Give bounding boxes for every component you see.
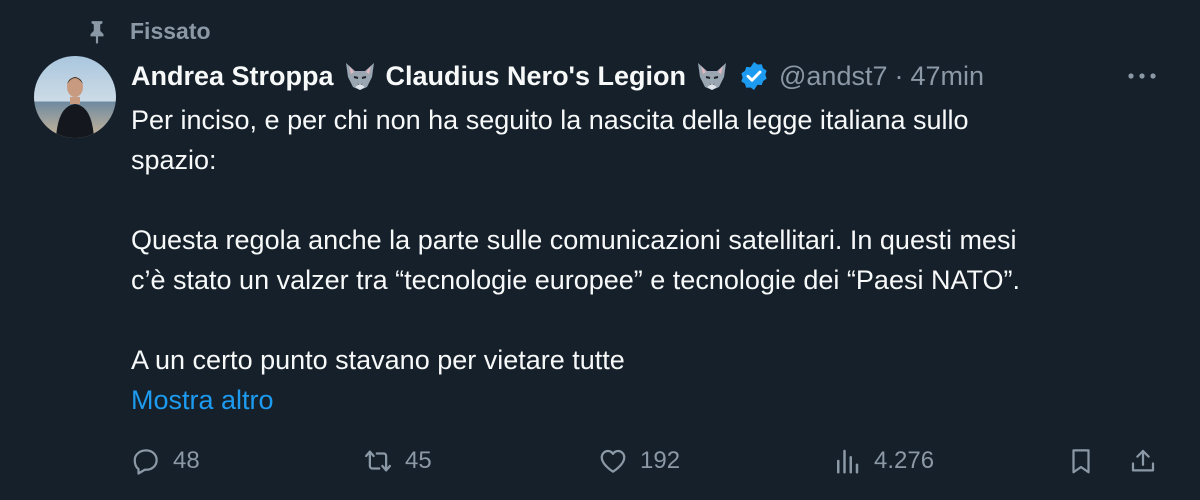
repost-button[interactable]: 45	[363, 446, 432, 476]
views-count: 4.276	[874, 447, 935, 474]
tweet-line: Per inciso, e per chi non ha seguito la …	[131, 105, 969, 135]
repost-count: 45	[405, 447, 432, 474]
bookmark-button[interactable]	[1066, 446, 1096, 476]
tweet-text: Per inciso, e per chi non ha seguito la …	[131, 100, 1161, 380]
more-options-button[interactable]	[1124, 62, 1160, 90]
pinned-indicator: Fissato	[84, 18, 211, 45]
like-button[interactable]: 192	[598, 446, 680, 476]
tweet-line: c’è stato un valzer tra “tecnologie euro…	[131, 265, 1020, 295]
tweet-line: spazio:	[131, 145, 217, 175]
tweet-line: Questa regola anche la parte sulle comun…	[131, 225, 1017, 255]
tweet-actions: 48 45 192 4.276	[0, 440, 1200, 490]
repost-icon	[363, 446, 393, 476]
bookmark-icon	[1066, 446, 1096, 476]
wolf-emoji-icon	[695, 61, 729, 91]
author-handle[interactable]: @andst7	[779, 58, 887, 94]
show-more-link[interactable]: Mostra altro	[131, 380, 274, 420]
pinned-label: Fissato	[130, 18, 211, 44]
author-name[interactable]: Andrea Stroppa	[131, 58, 334, 94]
views-button[interactable]: 4.276	[832, 446, 934, 476]
author-secondary-name[interactable]: Claudius Nero's Legion	[386, 58, 686, 94]
tweet-line: A un certo punto stavano per vietare tut…	[131, 345, 625, 375]
tweet-header: Andrea Stroppa Claudius Nero's Legion @a…	[131, 58, 984, 94]
more-icon	[1126, 71, 1158, 81]
avatar[interactable]	[34, 56, 116, 138]
share-button[interactable]	[1128, 446, 1158, 476]
views-icon	[832, 446, 862, 476]
like-count: 192	[640, 447, 681, 474]
reply-button[interactable]: 48	[131, 446, 200, 476]
like-icon	[598, 446, 628, 476]
verified-badge-icon[interactable]	[738, 60, 770, 92]
reply-icon	[131, 446, 161, 476]
separator-dot: ·	[894, 61, 904, 91]
tweet-time[interactable]: 47min	[910, 58, 984, 94]
pin-icon	[84, 19, 110, 45]
share-icon	[1128, 446, 1158, 476]
reply-count: 48	[173, 447, 200, 474]
wolf-emoji-icon	[343, 61, 377, 91]
